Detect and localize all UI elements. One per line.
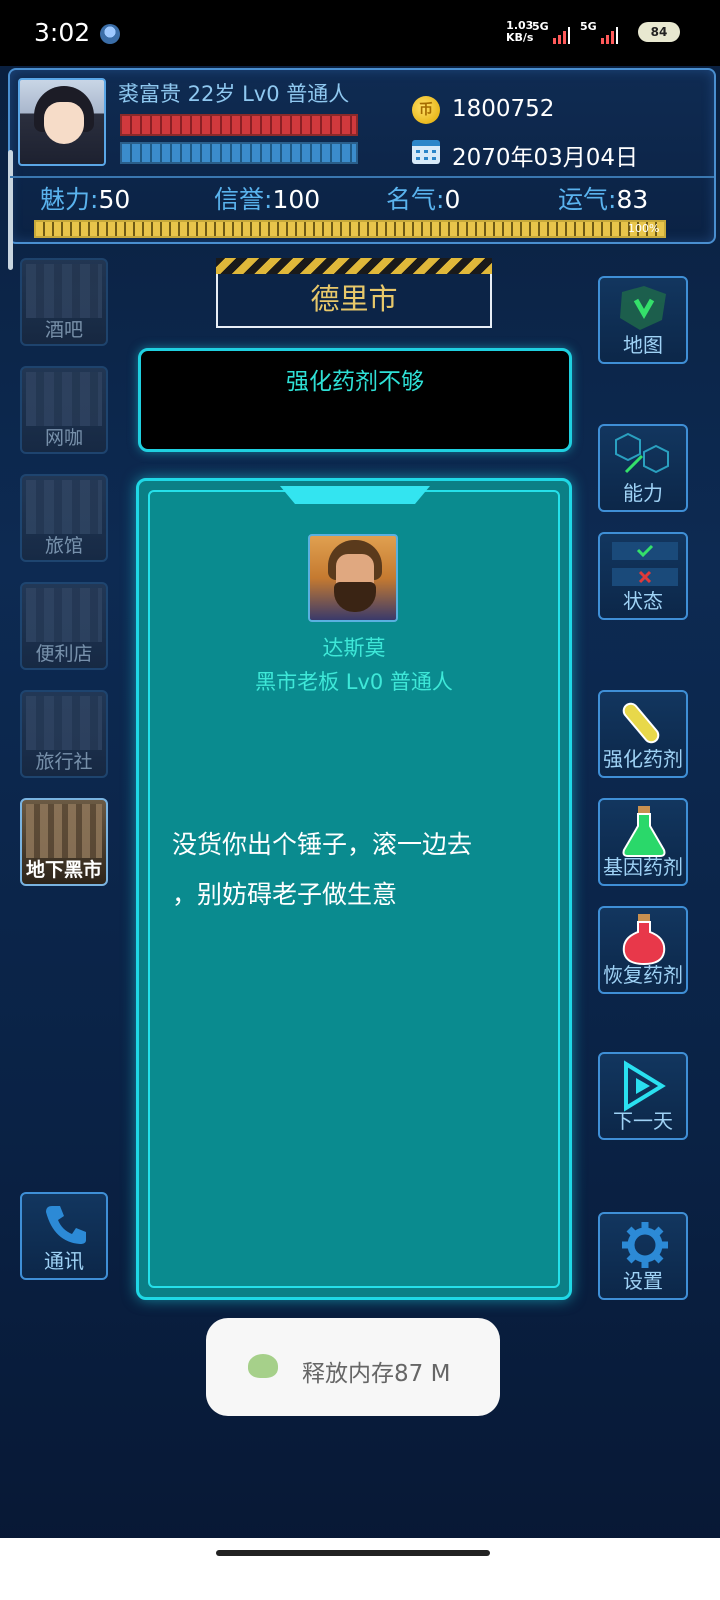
city-title-stripe	[216, 258, 492, 274]
city-name: 德里市	[216, 274, 492, 328]
coin-icon: 币	[412, 96, 440, 124]
phone-icon	[46, 1206, 86, 1244]
status-time: 3:02	[34, 18, 91, 47]
yellow-potion-icon	[622, 702, 660, 744]
next-day-button[interactable]: 下一天	[598, 1052, 688, 1140]
network-speed: 1.03 KB/s	[506, 20, 533, 44]
stat-fame: 名气:0	[386, 185, 461, 214]
battery-icon: 84	[638, 22, 680, 42]
network-speed-unit: KB/s	[506, 31, 534, 44]
progress-percent: 100%	[628, 222, 660, 235]
status-checklist-icon	[612, 542, 678, 586]
action-label: 强化药剂	[603, 747, 683, 771]
npc-portrait	[308, 534, 398, 622]
red-flask-icon	[622, 914, 666, 966]
calendar-icon	[412, 140, 440, 164]
energy-bar	[120, 142, 358, 164]
action-label: 设置	[623, 1269, 663, 1293]
convenience-store-image	[26, 588, 102, 642]
location-bar[interactable]: 酒吧	[20, 258, 108, 346]
recovery-potion-button[interactable]: 恢复药剂	[598, 906, 688, 994]
navigation-bar	[0, 1538, 720, 1600]
status-button[interactable]: 状态	[598, 532, 688, 620]
signal-icon-2	[601, 27, 618, 44]
gear-icon	[622, 1222, 668, 1268]
hotel-image	[26, 480, 102, 534]
map-icon	[620, 286, 666, 330]
signal-icon	[553, 27, 570, 44]
npc-name: 达斯莫	[322, 636, 386, 660]
black-market-image	[26, 804, 102, 858]
stat-reputation: 信誉:100	[214, 185, 321, 214]
green-flask-icon	[622, 806, 666, 857]
message-text: 强化药剂不够	[286, 369, 424, 395]
stat-charm: 魅力:50	[40, 185, 131, 214]
action-label: 恢复药剂	[603, 963, 683, 987]
location-label: 旅馆	[44, 535, 83, 557]
frog-icon	[248, 1354, 278, 1378]
location-label: 酒吧	[44, 319, 83, 341]
npc-dialog-text: 没货你出个锤子，滚一边去 ，别妨碍老子做生意	[172, 820, 542, 920]
money-value: 1800752	[452, 96, 555, 122]
player-avatar[interactable]	[18, 78, 106, 166]
panel-divider	[10, 176, 714, 178]
action-label: 基因药剂	[603, 855, 683, 879]
ability-button[interactable]: 能力	[598, 424, 688, 512]
settings-button[interactable]: 设置	[598, 1212, 688, 1300]
comm-button[interactable]: 通讯	[20, 1192, 108, 1280]
npc-title: 黑市老板 Lv0 普通人	[255, 670, 453, 694]
comm-label: 通讯	[44, 1249, 84, 1273]
location-label: 旅行社	[35, 751, 93, 773]
enhance-potion-button[interactable]: 强化药剂	[598, 690, 688, 778]
action-label: 能力	[623, 481, 663, 505]
network-type-1: 5G	[532, 20, 549, 33]
dialog-line: 没货你出个锤子，滚一边去	[172, 830, 473, 859]
home-indicator[interactable]	[216, 1550, 490, 1556]
action-label: 地图	[623, 333, 663, 357]
location-travel-agency[interactable]: 旅行社	[20, 690, 108, 778]
location-label: 便利店	[35, 643, 93, 665]
health-bar	[120, 114, 358, 136]
location-black-market[interactable]: 地下黑市	[20, 798, 108, 886]
scroll-indicator	[8, 150, 13, 270]
internet-cafe-image	[26, 372, 102, 426]
dialog-line: ，别妨碍老子做生意	[172, 880, 398, 909]
experience-progress-bar	[34, 220, 666, 238]
action-label: 状态	[623, 589, 663, 613]
stat-luck: 运气:83	[558, 185, 649, 214]
notification-avatar-icon	[100, 24, 120, 44]
network-type-2: 5G	[580, 20, 597, 33]
action-label: 下一天	[613, 1109, 673, 1133]
location-label: 地下黑市	[25, 859, 102, 881]
map-button[interactable]: 地图	[598, 276, 688, 364]
card-tab-decoration	[280, 486, 430, 504]
bar-image	[26, 264, 102, 318]
toast-text: 释放内存87 M	[302, 1361, 451, 1387]
player-name-line: 裘富贵 22岁 Lv0 普通人	[118, 82, 350, 106]
gene-potion-button[interactable]: 基因药剂	[598, 798, 688, 886]
game-date: 2070年03月04日	[452, 145, 639, 171]
travel-agency-image	[26, 696, 102, 750]
location-hotel[interactable]: 旅馆	[20, 474, 108, 562]
location-convenience-store[interactable]: 便利店	[20, 582, 108, 670]
location-internet-cafe[interactable]: 网咖	[20, 366, 108, 454]
location-label: 网咖	[44, 427, 83, 449]
